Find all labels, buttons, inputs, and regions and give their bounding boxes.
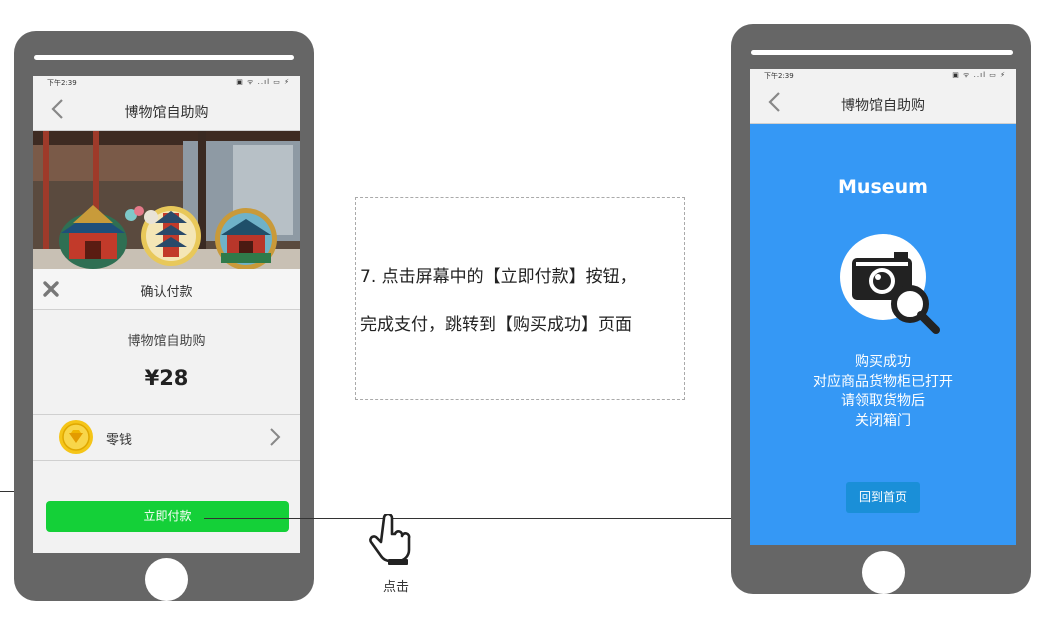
success-line: 关闭箱门 [855, 412, 911, 429]
connector-line-incoming [0, 491, 14, 492]
status-time: 下午2:39 [47, 79, 77, 87]
left-phone-frame: 下午2:39 ▣ ᯤ ..ıl ▭ ⚡ 博物馆自助购 确认付款 博物馆自助购 ¥… [14, 31, 314, 601]
success-message: 购买成功 对应商品货物柜已打开 请领取货物后 关闭箱门 [750, 353, 1016, 431]
success-line: 购买成功 [855, 354, 911, 370]
status-icons: ▣ ᯤ ..ıl ▭ ⚡ [952, 71, 1006, 79]
payment-amount: ¥28 [144, 366, 189, 390]
purchase-success-panel: Museum 购买成功 对应商品货物柜已打开 请领取货物后 关闭箱门 回到首页 [750, 124, 1016, 545]
click-label: 点击 [383, 580, 410, 595]
connector-line [204, 518, 731, 519]
status-bar: 下午2:39 ▣ ᯤ ..ıl ▭ ⚡ [33, 76, 300, 89]
status-icons: ▣ ᯤ ..ıl ▭ ⚡ [236, 78, 290, 86]
payment-method-row[interactable]: 零钱 [33, 414, 300, 461]
camera-search-icon [840, 234, 940, 334]
payment-sheet: 确认付款 博物馆自助购 ¥28 零钱 立即付款 [33, 269, 300, 553]
chevron-right-icon [270, 428, 281, 446]
left-phone-speaker [34, 55, 294, 60]
payment-method-label: 零钱 [106, 433, 133, 448]
annotation-line-2: 完成支付，跳转到【购买成功】页面 [360, 315, 632, 335]
museum-banner-image [33, 131, 300, 269]
wallet-coin-icon [59, 420, 93, 454]
left-phone-home-button [145, 558, 188, 601]
annotation-box: 7. 点击屏幕中的【立即付款】按钮， 完成支付，跳转到【购买成功】页面 [355, 197, 685, 400]
status-bar: 下午2:39 ▣ ᯤ ..ıl ▭ ⚡ [750, 69, 1016, 82]
right-phone-frame: 下午2:39 ▣ ᯤ ..ıl ▭ ⚡ 博物馆自助购 Museum 购买成功 对… [731, 24, 1031, 594]
merchant-name: 博物馆自助购 [127, 334, 206, 349]
pay-now-button[interactable]: 立即付款 [46, 501, 289, 532]
annotation-line-1: 7. 点击屏幕中的【立即付款】按钮， [360, 267, 637, 287]
success-line: 请领取货物后 [841, 393, 925, 409]
nav-bar: 博物馆自助购 [33, 91, 300, 131]
nav-title: 博物馆自助购 [841, 98, 925, 114]
right-phone-screen: 下午2:39 ▣ ᯤ ..ıl ▭ ⚡ 博物馆自助购 Museum 购买成功 对… [750, 69, 1016, 545]
museum-brand: Museum [838, 176, 928, 198]
nav-bar: 博物馆自助购 [750, 84, 1016, 124]
left-phone-screen: 下午2:39 ▣ ᯤ ..ıl ▭ ⚡ 博物馆自助购 确认付款 博物馆自助购 ¥… [33, 76, 300, 553]
payment-sheet-header: 确认付款 [33, 269, 300, 310]
right-phone-speaker [751, 50, 1013, 55]
status-time: 下午2:39 [764, 72, 794, 80]
success-line: 对应商品货物柜已打开 [813, 373, 953, 390]
right-phone-home-button [862, 551, 905, 594]
pointing-hand-icon [369, 514, 411, 565]
nav-title: 博物馆自助购 [124, 105, 209, 121]
sheet-title: 确认付款 [140, 285, 193, 300]
back-to-home-button[interactable]: 回到首页 [846, 482, 920, 513]
